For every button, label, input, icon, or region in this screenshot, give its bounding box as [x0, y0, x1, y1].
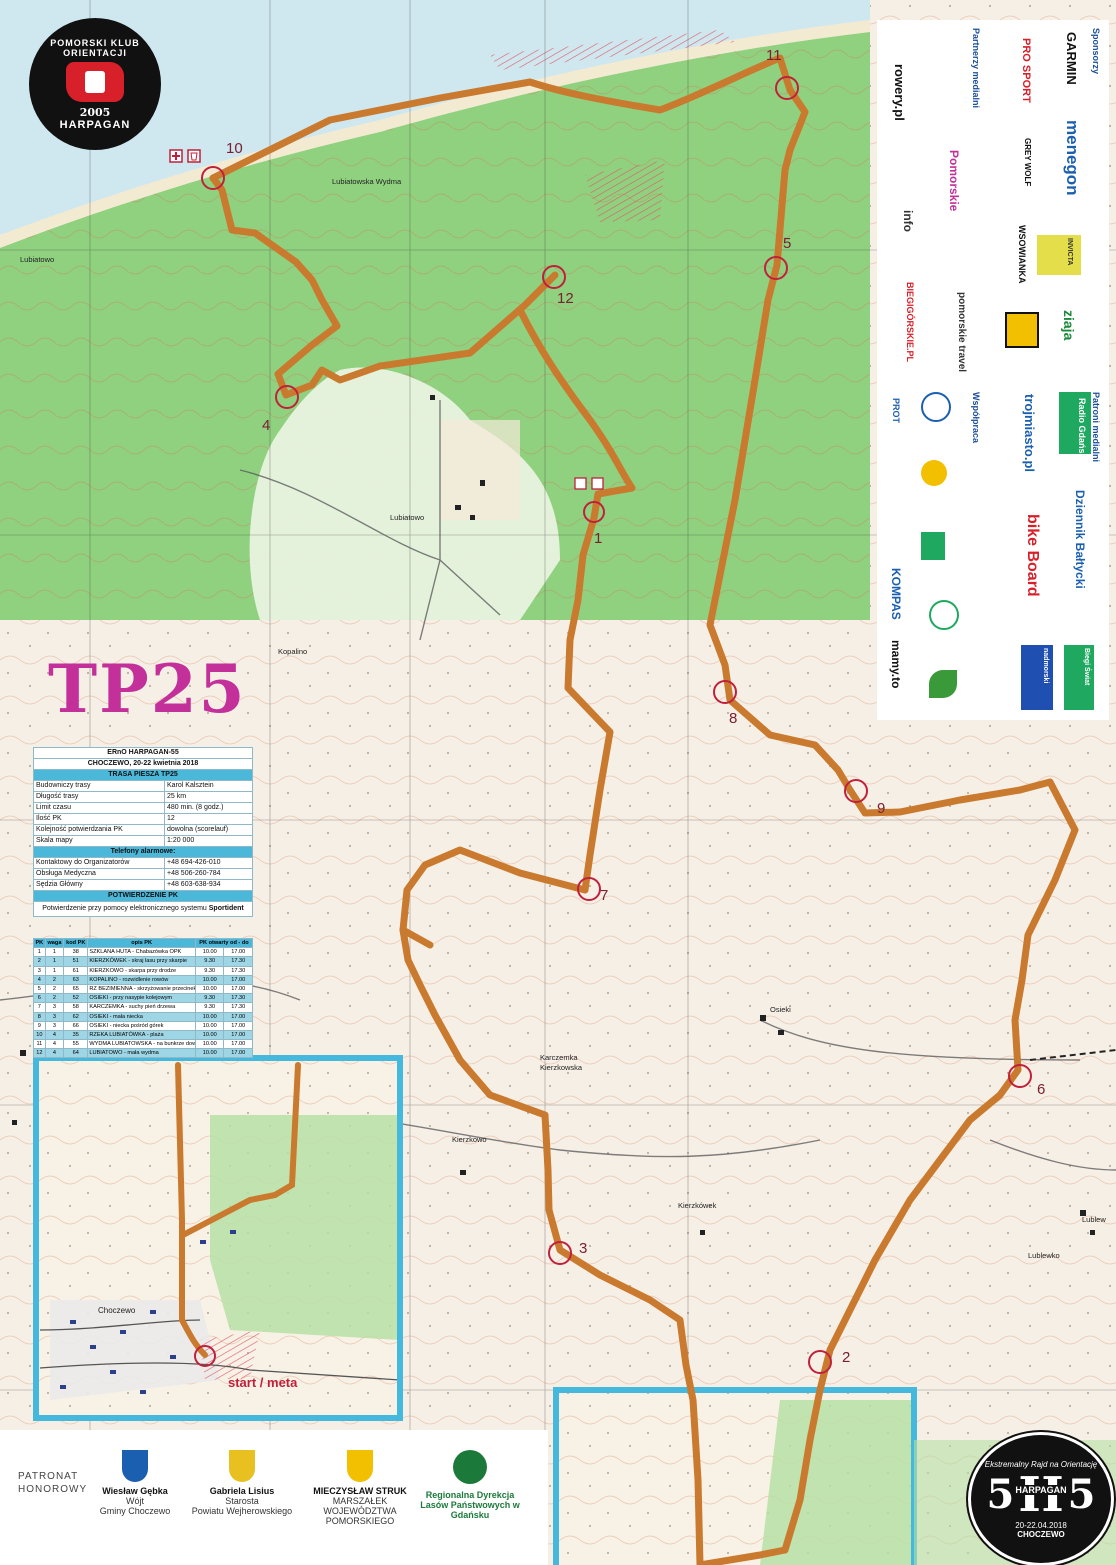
gmina-crest-icon [921, 532, 945, 560]
emblem-icon [921, 460, 947, 486]
club-logo: POMORSKI KLUB ORIENTACJI 2005 HARPAGAN [29, 18, 161, 150]
control-10-label: 10 [226, 140, 243, 157]
route-info-card: ERnO HARPAGAN-55 CHOCZEWO, 20-22 kwietni… [33, 747, 254, 917]
patron-rdlp: Regionalna Dyrekcja Lasów Państwowych w … [400, 1450, 540, 1520]
pk-row: 12 4 64 LUBIATOWO - mała wydma 10.00 17.00 [33, 1048, 253, 1059]
sponsor-logo-ziaja: ziaja [1061, 310, 1077, 341]
section-patroni: Patroni medialni [1091, 392, 1101, 463]
media-logo-biegigorskie: BIEGIGÓRSKIE.PL [905, 282, 915, 363]
patron-wojt: Wiesław Gębka Wójt Gminy Choczewo [80, 1450, 190, 1516]
control-3-label: 3 [579, 1240, 587, 1257]
sponsor-logo-wsowianka: WSOWIANKA [1017, 225, 1027, 284]
patronat-header: PATRONAT HONOROWY [18, 1471, 88, 1495]
section-partnerzy: Partnerzy medialni [971, 28, 981, 109]
leaf-icon [929, 670, 957, 698]
place-label-kierzkowo: Kierzkowo [452, 1135, 487, 1144]
svg-text:Kierzkowska: Kierzkowska [540, 1063, 583, 1072]
sponsor-logo-greywolf: GREY WOLF [1023, 138, 1032, 187]
pomerania-map-icon [66, 61, 124, 102]
control-1-label: 1 [594, 530, 602, 547]
control-12-label: 12 [557, 290, 574, 307]
place-label-karczemka: Karczemka [540, 1053, 578, 1062]
place-label-osieki: Osieki [770, 1005, 791, 1014]
patron-logo-dziennik: Dziennik Bałtycki [1073, 490, 1087, 589]
coop-logo-prot: PROT [891, 398, 901, 424]
patron-logo-radiogdansk: Radio Gdańsk [1077, 398, 1087, 459]
place-label-lublewko: Lublewko [1028, 1251, 1060, 1260]
pk-row: 6 2 52 OSIEKI - przy nasypie kolejowym 9.30 1… [33, 993, 253, 1004]
place-label-wydma: Lubiatowska Wydma [332, 177, 402, 186]
inset-frame-south [553, 1387, 917, 1565]
patron-starosta: Gabriela Lisius Starosta Powiatu Wejhero… [182, 1450, 302, 1516]
sponsor-panel: Sponsorzy Partnerzy medialni Patroni med… [877, 20, 1109, 720]
control-9-label: 9 [877, 800, 885, 817]
info-confirm-header: POTWIERDZENIE PK [33, 890, 253, 902]
svg-text:Lubiatowo: Lubiatowo [20, 255, 54, 264]
media-logo-pomorskie-travel: pomorskie travel [956, 292, 967, 373]
control-11-label: 11 [766, 47, 782, 64]
place-label-kopalino: Kopalino [278, 647, 307, 656]
control-6-label: 6 [1037, 1081, 1045, 1098]
info-date: CHOCZEWO, 20-22 kwietnia 2018 [33, 758, 253, 770]
sponsor-logo-garmin: GARMIN [1064, 32, 1079, 85]
place-label-kierzkowek: Kierzkówek [678, 1201, 717, 1210]
medical-cross-icon [921, 392, 951, 422]
lasy-panstwowe-icon [453, 1450, 487, 1484]
place-label-lubiatowo: Lubiatowo [390, 513, 424, 522]
info-confirm-text: Potwierdzenie przy pomocy elektroniczneg… [33, 901, 253, 917]
pk-row: 3 1 61 KIERZKOWO - skarpa przy drodze 9.30 17… [33, 965, 253, 976]
control-points-table: PK waga kod PK opis PK PK otwarty od - d… [33, 937, 254, 1059]
pk-row: 4 2 63 KOPALINO - rozwidlenie rowów 10.00 17.… [33, 974, 253, 985]
start-meta-label: start / meta [228, 1375, 298, 1390]
event-logo: Ekstremalny Rajd na Orientację 5 H 5 HAR… [968, 1432, 1114, 1565]
media-logo-pomorskie: Pomorskie [947, 150, 961, 212]
info-phones-header: Telefony alarmowe: [33, 846, 253, 858]
water-cup-icon [187, 149, 201, 163]
pk-row: 8 3 62 OSIEKI - mała niecka 10.00 17.00 [33, 1011, 253, 1022]
sponsor-logo-invicta-box [1037, 235, 1081, 275]
pk-row: 7 3 58 KARCZEMKA - suchy pień drzewa 9.30 17.… [33, 1002, 253, 1013]
wejherowo-crest-icon [229, 1450, 255, 1482]
media-logo-info: info [901, 210, 915, 232]
coop-logo-mamyto: mamy.to [889, 640, 903, 689]
patron-logo-bikeboard: bike Board [1024, 514, 1041, 597]
orienteering-map-sheet: Kopalino Osieki Karczemka Kierzkowska Ki… [0, 0, 1116, 1565]
pk-row: 11455WYDMA LUBIATOWSKA - na bunkrze dowo… [33, 1039, 253, 1050]
patron-logo-trojmiasto: trojmiasto.pl [1022, 394, 1037, 473]
pk-row: 5 2 65 RZ BEZIMIENNA - skrzyżowanie przecin… [33, 983, 253, 995]
control-8-label: 8 [729, 710, 737, 727]
crest-icon [1005, 312, 1039, 348]
media-logo-rowery: rowery.pl [892, 64, 907, 121]
pk-row: 10 4 35 RZEKA LUBIATÓWKA - plaża 10.00 17.00 [33, 1029, 253, 1041]
section-wspolpraca: Współpraca [971, 392, 981, 444]
route-title: TP25 [48, 650, 247, 728]
control-7-label: 7 [600, 887, 608, 904]
sponsor-logo-menegon: menegon [1063, 120, 1082, 196]
first-aid-icon [169, 149, 183, 163]
coop-logo-kompas: KOMPAS [889, 568, 903, 620]
info-event: ERnO HARPAGAN-55 [33, 747, 253, 759]
control-5-label: 5 [783, 235, 791, 252]
pk-row: 2 1 51 KIERZKÓWEK - skraj lasu przy skarpie… [33, 956, 253, 967]
place-label-lublew: Lublew [1082, 1215, 1106, 1224]
control-2-label: 2 [842, 1349, 850, 1366]
patronage-footer: PATRONAT HONOROWY Wiesław Gębka Wójt Gmi… [0, 1430, 548, 1565]
sponsor-logo-prosport: PRO SPORT [1020, 38, 1032, 103]
svg-text:Choczewo: Choczewo [98, 1306, 136, 1315]
pk-row: 9 3 66 OSIEKI - niecka pośród górek 10.00 17.… [33, 1020, 253, 1031]
pk-row: 1 1 38 SZKLANA HUTA - Chabazówka OPK 10.00 17… [33, 947, 253, 958]
inset-map-choczewo: Choczewo [33, 1055, 403, 1421]
control-4-label: 4 [262, 417, 270, 434]
choczewo-crest-icon [122, 1450, 148, 1482]
section-sponsorzy: Sponsorzy [1091, 28, 1101, 75]
info-route-header: TRASA PIESZA TP25 [33, 769, 253, 781]
pomorskie-crest-icon [347, 1450, 373, 1482]
nadlesnictwo-icon [929, 600, 959, 630]
